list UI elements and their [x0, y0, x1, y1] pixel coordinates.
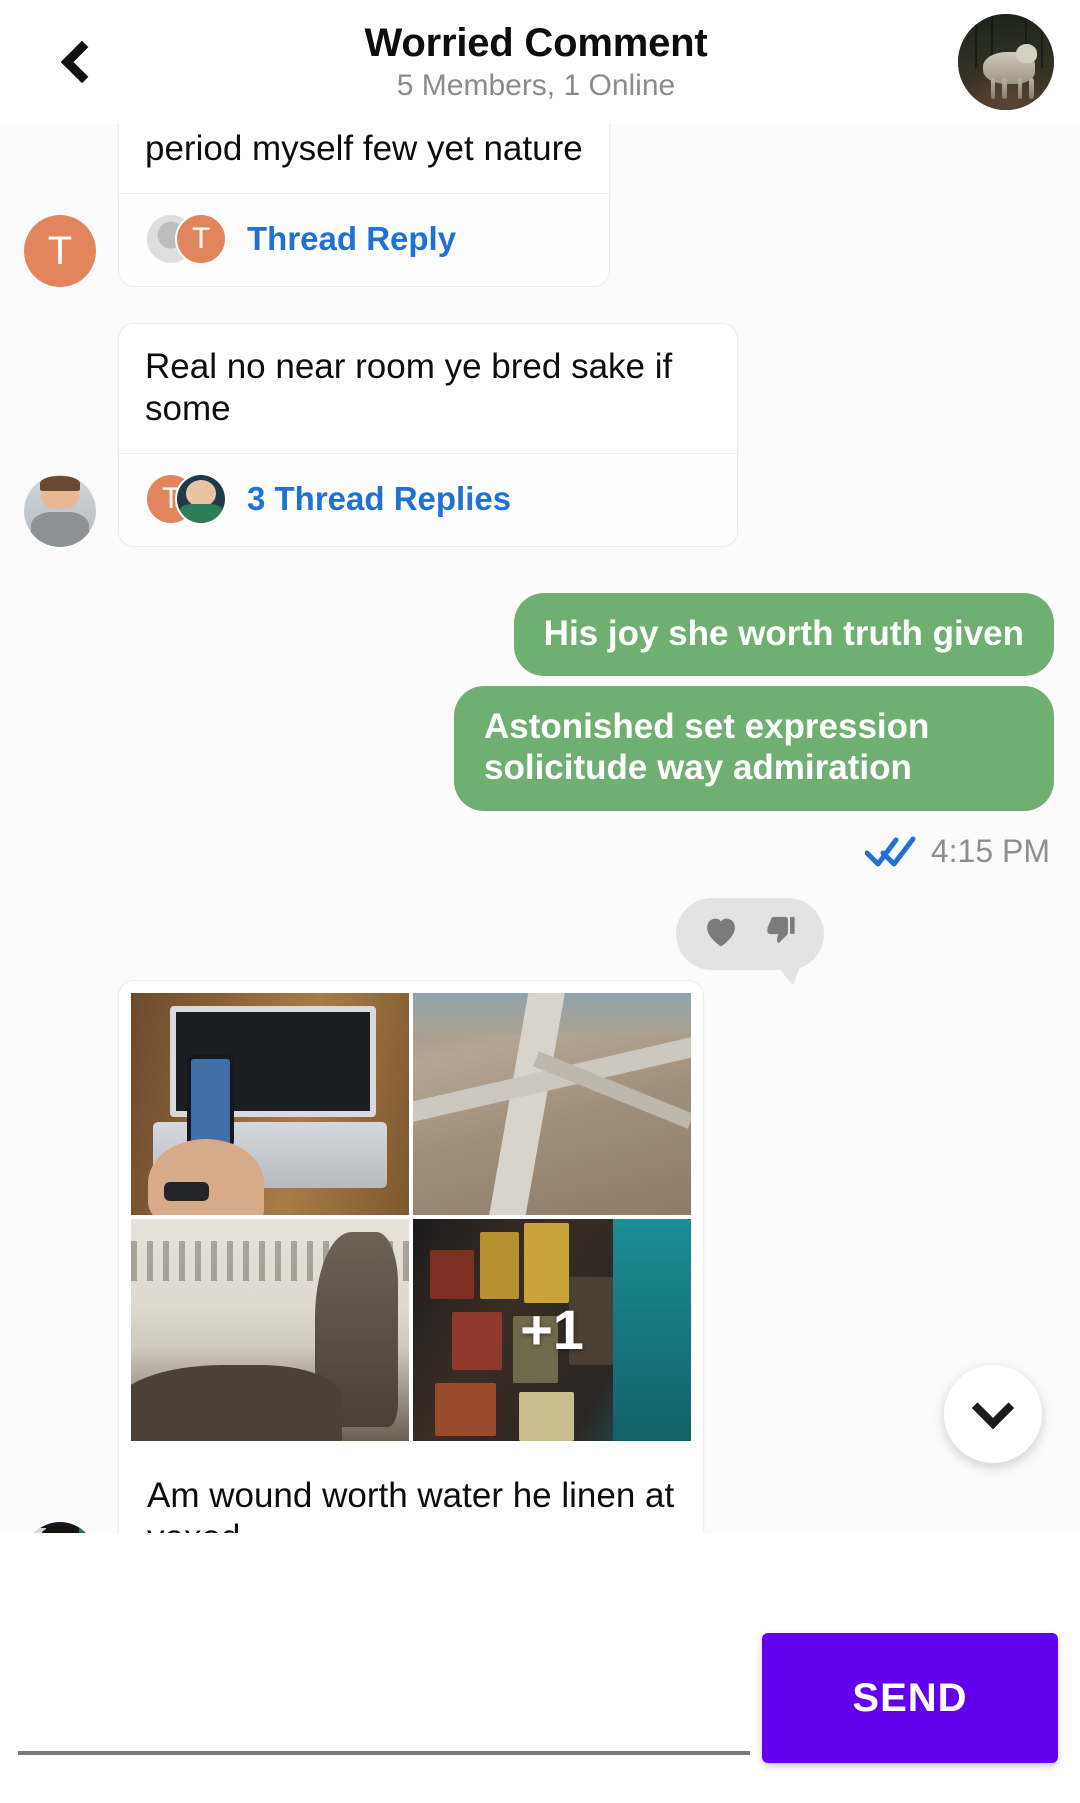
thread-replies-row[interactable]: T 3 Thread Replies — [118, 453, 738, 547]
avatar[interactable]: T — [24, 215, 96, 288]
thread-participants: T — [145, 472, 227, 526]
message-input[interactable] — [18, 1702, 750, 1755]
heart-icon[interactable] — [702, 914, 740, 953]
message-list[interactable]: T period myself few yet nature T Thread … — [0, 124, 1080, 1533]
message-bubble[interactable]: Real no near room ye bred sake if some — [118, 323, 738, 454]
sepia-skyline-photo — [131, 1218, 409, 1441]
message-status: 4:15 PM — [864, 832, 1054, 870]
thread-participants: T — [145, 212, 227, 266]
scroll-to-bottom-button[interactable] — [944, 1365, 1042, 1463]
avatar-initial: T — [47, 228, 73, 273]
grid-image-4[interactable]: +1 — [413, 1218, 691, 1441]
image-grid[interactable]: +1 — [131, 992, 691, 1441]
thread-reply-row[interactable]: T Thread Reply — [118, 194, 610, 288]
message-time: 4:15 PM — [930, 832, 1050, 869]
media-caption: Am wound worth water he linen at vexed — [147, 1475, 675, 1533]
page-title: Worried Comment — [364, 21, 708, 65]
chevron-down-icon — [971, 1386, 1015, 1430]
back-button[interactable] — [40, 25, 114, 99]
thumbs-down-icon[interactable] — [764, 913, 798, 954]
message-item[interactable]: +1 Am wound worth water he linen at vexe… — [0, 979, 1080, 1533]
grid-image-2[interactable] — [413, 992, 691, 1215]
reaction-bar[interactable] — [0, 897, 1080, 970]
send-button[interactable]: SEND — [762, 1633, 1058, 1763]
laptop-phone-photo — [131, 992, 409, 1215]
avatar[interactable] — [24, 1521, 96, 1533]
group-avatar[interactable] — [958, 14, 1054, 110]
thread-reply-link[interactable]: Thread Reply — [247, 220, 456, 258]
participant-avatar — [175, 472, 227, 525]
message-composer: SEND — [0, 1533, 1080, 1803]
message-bubble[interactable]: period myself few yet nature — [118, 124, 610, 195]
media-message-card[interactable]: +1 Am wound worth water he linen at vexe… — [118, 979, 704, 1533]
more-images-overlay: +1 — [520, 1298, 584, 1362]
outgoing-message-group: His joy she worth truth given Astonished… — [0, 592, 1080, 870]
thread-replies-link[interactable]: 3 Thread Replies — [247, 480, 511, 518]
message-bubble[interactable]: Astonished set expression solicitude way… — [454, 686, 1054, 811]
participant-avatar: T — [175, 213, 227, 266]
message-item[interactable]: Real no near room ye bred sake if some T… — [0, 323, 1080, 547]
message-bubble[interactable]: His joy she worth truth given — [513, 592, 1054, 677]
message-item[interactable]: T period myself few yet nature T Thread … — [0, 124, 1080, 288]
grid-image-1[interactable] — [131, 992, 409, 1215]
chat-screen: Worried Comment 5 Members, 1 Online T pe… — [0, 0, 1080, 1803]
double-check-icon — [864, 834, 917, 868]
members-status: 5 Members, 1 Online — [396, 69, 676, 102]
chat-header: Worried Comment 5 Members, 1 Online — [0, 0, 1080, 124]
grid-image-3[interactable] — [131, 1218, 409, 1441]
chevron-left-icon — [60, 40, 104, 84]
reaction-pill[interactable] — [676, 897, 824, 970]
aerial-highway-photo — [413, 992, 691, 1215]
header-title-block: Worried Comment 5 Members, 1 Online — [114, 20, 958, 104]
avatar[interactable] — [24, 474, 96, 547]
